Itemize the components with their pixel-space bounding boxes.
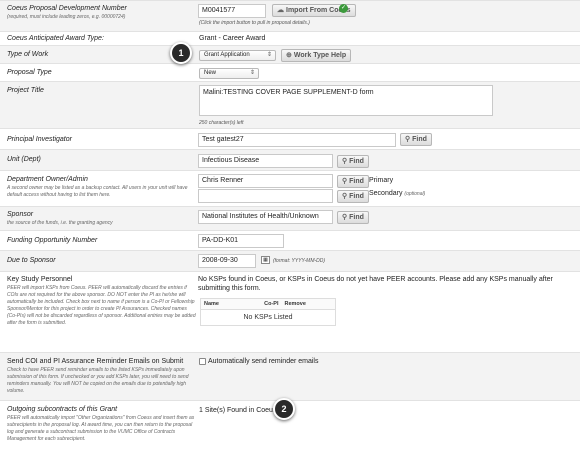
- dept-owner-row: Department Owner/Admin A second owner ma…: [0, 170, 580, 206]
- chars-left: 250 character(s) left: [199, 120, 244, 126]
- import-note: (Click the import button to pull in prop…: [199, 20, 310, 26]
- search-icon: ⚲: [405, 136, 411, 143]
- reminder-checkbox[interactable]: [199, 358, 206, 365]
- work-type-help-button[interactable]: ⊕ Work Type Help: [281, 49, 352, 62]
- due-label: Due to Sponsor: [7, 257, 56, 264]
- dept-owner-primary-input[interactable]: Chris Renner: [198, 174, 333, 188]
- due-format: (format: YYYY-MM-DD): [273, 258, 326, 264]
- calendar-icon[interactable]: ▦: [261, 256, 270, 264]
- search-icon: ⚲: [342, 214, 348, 221]
- chevron-updown-icon: ⇕: [249, 70, 255, 76]
- reminder-checkbox-label[interactable]: Automatically send reminder emails: [208, 357, 319, 366]
- callout-1: 1: [170, 42, 192, 64]
- ksp-col-copi: Co-PI: [242, 298, 282, 310]
- type-of-work-row: Type of Work Grant Application ⇕ ⊕ Work Ty…: [0, 45, 580, 63]
- ksp-empty-row: No KSPs Listed: [201, 310, 336, 326]
- search-icon: ⚲: [342, 193, 348, 200]
- pi-row: Principal Investigator Test gatest27 ⚲ Fi…: [0, 128, 580, 149]
- reminder-row: Send COI and PI Assurance Reminder Email…: [0, 352, 580, 400]
- coeus-number-input[interactable]: M0041577: [198, 4, 266, 18]
- unit-find-button[interactable]: ⚲ Find: [337, 155, 369, 168]
- coeus-number-row: Coeus Proposal Development Number (requi…: [0, 0, 580, 31]
- award-type-value: Grant - Career Award: [199, 35, 266, 42]
- subcontracts-value: 1 Site(s) Found in Coeus: [199, 407, 277, 414]
- subcontracts-hint: PEER will automatically import "Other Or…: [7, 415, 195, 442]
- search-icon: ⚲: [342, 158, 348, 165]
- project-title-label: Project Title: [7, 87, 44, 94]
- sponsor-hint: the source of the funds, i.e. the granti…: [7, 220, 113, 226]
- dept-owner-primary-find-button[interactable]: ⚲ Find: [337, 175, 369, 188]
- coeus-number-label: Coeus Proposal Development Number: [7, 5, 127, 12]
- funding-row: Funding Opportunity Number PA-DD-K01: [0, 230, 580, 250]
- unit-label: Unit (Dept): [7, 156, 41, 163]
- proposal-type-row: Proposal Type New ⇕: [0, 63, 580, 81]
- award-type-row: Coeus Anticipated Award Type: Grant - Ca…: [0, 31, 580, 45]
- ksp-hint: PEER will import KSPs from Coeus. PEER w…: [7, 285, 196, 326]
- award-type-label: Coeus Anticipated Award Type:: [7, 35, 104, 42]
- search-icon: ⚲: [342, 178, 348, 185]
- primary-label: Primary: [369, 177, 394, 184]
- subcontracts-label: Outgoing subcontracts of this Grant: [7, 406, 118, 413]
- ksp-message: No KSPs found in Coeus, or KSPs in Coeus…: [198, 276, 553, 292]
- project-title-row: Project Title Malini:TESTING COVER PAGE …: [0, 81, 580, 128]
- sponsor-row: Sponsor the source of the funds, i.e. th…: [0, 206, 580, 230]
- check-icon: ✓: [339, 4, 348, 13]
- sponsor-input[interactable]: National Institutes of Health/Unknown: [198, 210, 333, 224]
- dept-owner-secondary-input[interactable]: [198, 189, 333, 203]
- type-of-work-label: Type of Work: [7, 51, 49, 58]
- sponsor-label: Sponsor: [7, 211, 34, 218]
- proposal-type-label: Proposal Type: [7, 69, 52, 76]
- pi-find-button[interactable]: ⚲ Find: [400, 133, 432, 146]
- funding-input[interactable]: PA-DD-K01: [198, 234, 284, 248]
- due-row: Due to Sponsor 2008-09-30 ▦ (format: YYY…: [0, 250, 580, 271]
- due-input[interactable]: 2008-09-30: [198, 254, 256, 268]
- dept-owner-secondary-find-button[interactable]: ⚲ Find: [337, 190, 369, 203]
- secondary-label: Secondary (optional): [369, 190, 426, 197]
- ksp-col-name: Name: [200, 298, 243, 310]
- ksp-row: Key Study Personnel PEER will import KSP…: [0, 271, 580, 352]
- dept-owner-label: Department Owner/Admin: [7, 176, 88, 183]
- coeus-number-hint: (required, must include leading zeros, e…: [7, 14, 126, 20]
- unit-input[interactable]: Infectious Disease: [198, 154, 333, 168]
- lifebuoy-icon: ⊕: [286, 52, 292, 59]
- ksp-header-row: Name Co-PI Remove: [200, 298, 336, 310]
- reminder-hint: Check to have PEER send reminder emails …: [7, 367, 189, 394]
- ksp-label: Key Study Personnel: [7, 276, 73, 283]
- ksp-empty: No KSPs Listed: [243, 314, 293, 321]
- dept-owner-hint: A second owner may be listed as a backup…: [7, 185, 188, 198]
- funding-label: Funding Opportunity Number: [7, 237, 98, 244]
- proposal-type-select[interactable]: New ⇕: [199, 68, 259, 79]
- ksp-col-remove: Remove: [281, 298, 336, 310]
- pi-input[interactable]: Test gatest27: [198, 133, 396, 147]
- chevron-updown-icon: ⇕: [266, 52, 272, 58]
- callout-2: 2: [273, 398, 295, 420]
- type-of-work-select[interactable]: Grant Application ⇕: [199, 50, 276, 61]
- sponsor-find-button[interactable]: ⚲ Find: [337, 211, 369, 224]
- project-title-textarea[interactable]: Malini:TESTING COVER PAGE SUPPLEMENT-D f…: [199, 85, 493, 116]
- cloud-download-icon: ☁: [277, 7, 284, 14]
- pi-label: Principal Investigator: [7, 136, 72, 143]
- reminder-label: Send COI and PI Assurance Reminder Email…: [7, 358, 184, 365]
- ksp-table: Name Co-PI Remove No KSPs Listed: [200, 298, 336, 326]
- unit-row: Unit (Dept) Infectious Disease ⚲ Find: [0, 149, 580, 170]
